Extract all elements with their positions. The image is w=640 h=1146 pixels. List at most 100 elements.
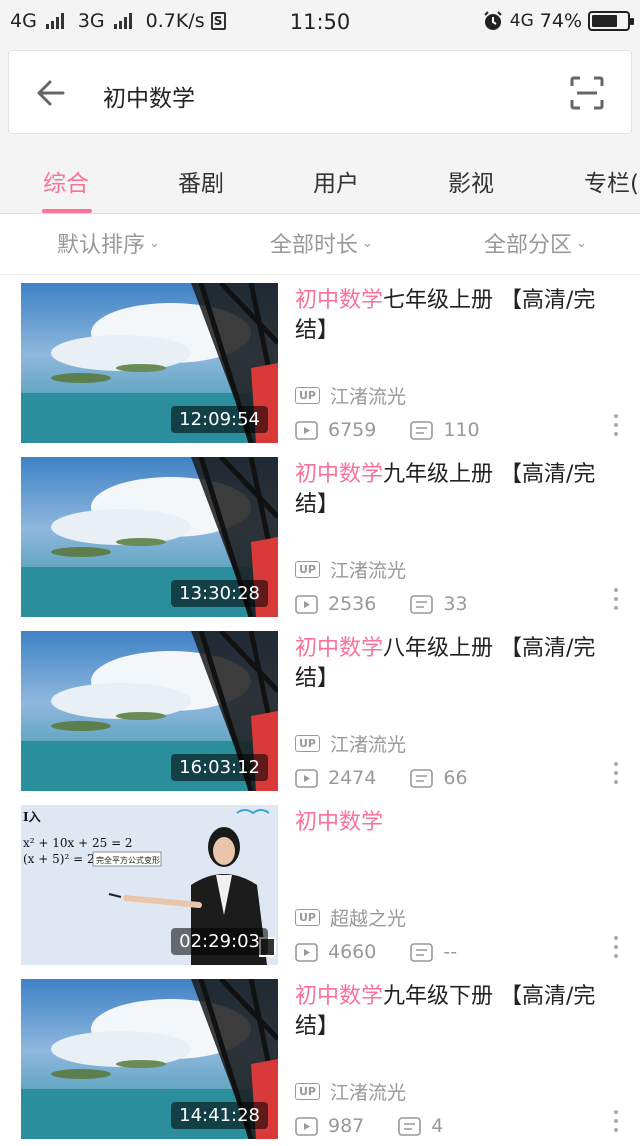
tab-users[interactable]: 用户 — [313, 164, 359, 198]
video-item[interactable]: 13:30:28 初中数学九年级上册 【高清/完结】 UP 江渚流光 2536 … — [0, 450, 640, 624]
search-box[interactable]: 初中数学 — [8, 50, 632, 134]
uploader-row[interactable]: UP 江渚流光 — [295, 556, 406, 583]
video-item[interactable]: 14:41:28 初中数学九年级下册 【高清/完结】 UP 江渚流光 987 4 — [0, 972, 640, 1146]
tab-comprehensive[interactable]: 综合 — [43, 164, 89, 198]
uploader-name: 江渚流光 — [330, 386, 407, 408]
status-right: 4G 74% — [482, 10, 634, 32]
zone-filter-label: 全部分区 — [484, 233, 573, 258]
battery-level — [592, 15, 618, 27]
play-count: 987 — [328, 1115, 365, 1137]
video-thumbnail[interactable]: 12:09:54 — [21, 283, 278, 443]
video-title[interactable]: 初中数学七年级上册 【高清/完结】 — [295, 286, 615, 346]
stats-row: 2536 33 — [295, 593, 468, 615]
uploader-name: 江渚流光 — [330, 1082, 407, 1104]
video-thumbnail[interactable]: 14:41:28 — [21, 979, 278, 1139]
play-count-icon — [295, 1116, 318, 1136]
board-equation-1: x² + 10x + 25 = 2 — [23, 836, 133, 850]
filter-bar: 默认排序 ⌄ 全部时长 ⌄ 全部分区 ⌄ — [0, 215, 640, 275]
title-highlight: 初中数学 — [295, 636, 384, 661]
scan-icon[interactable] — [569, 75, 605, 111]
stats-row: 4660 -- — [295, 941, 457, 963]
duration-filter-label: 全部时长 — [270, 233, 359, 258]
search-input[interactable]: 初中数学 — [103, 79, 195, 113]
play-count-icon — [295, 942, 318, 962]
danmaku-count: 4 — [431, 1115, 444, 1137]
uploader-row[interactable]: UP 江渚流光 — [295, 1078, 406, 1105]
play-count: 6759 — [328, 419, 377, 441]
battery-percent: 74% — [539, 10, 582, 32]
uploader-name: 江渚流光 — [330, 734, 407, 756]
chevron-down-icon: ⌄ — [362, 235, 373, 251]
danmaku-count: 66 — [443, 767, 468, 789]
up-badge: UP — [295, 735, 320, 752]
zone-filter[interactable]: 全部分区 ⌄ — [484, 227, 587, 259]
stats-row: 2474 66 — [295, 767, 468, 789]
play-count: 2474 — [328, 767, 377, 789]
alarm-icon — [484, 11, 502, 30]
video-item[interactable]: I入 x² + 10x + 25 = 2 (x + 5)² = 2 完全平方公式… — [0, 798, 640, 972]
tab-bangumi[interactable]: 番剧 — [178, 164, 224, 198]
uploader-row[interactable]: UP 江渚流光 — [295, 730, 406, 757]
duration-filter[interactable]: 全部时长 ⌄ — [270, 227, 373, 259]
video-duration: 12:09:54 — [171, 406, 268, 433]
up-badge: UP — [295, 909, 320, 926]
danmaku-count: 33 — [443, 593, 468, 615]
sort-filter[interactable]: 默认排序 ⌄ — [57, 227, 160, 259]
video-thumbnail[interactable]: 16:03:12 — [21, 631, 278, 791]
uploader-row[interactable]: UP 江渚流光 — [295, 382, 406, 409]
sort-filter-label: 默认排序 — [57, 233, 146, 258]
arrow-left-icon[interactable] — [33, 75, 69, 111]
board-note: 完全平方公式变形 — [96, 855, 160, 865]
up-badge: UP — [295, 1083, 320, 1100]
more-vertical-icon[interactable] — [612, 414, 620, 440]
video-thumbnail[interactable]: I入 x² + 10x + 25 = 2 (x + 5)² = 2 完全平方公式… — [21, 805, 278, 965]
more-vertical-icon[interactable] — [612, 936, 620, 962]
video-title[interactable]: 初中数学 — [295, 808, 615, 838]
play-count-icon — [295, 594, 318, 614]
video-duration: 16:03:12 — [171, 754, 268, 781]
play-count-icon — [295, 420, 318, 440]
video-title[interactable]: 初中数学八年级上册 【高清/完结】 — [295, 634, 615, 694]
title-highlight: 初中数学 — [295, 810, 384, 835]
play-count: 2536 — [328, 593, 377, 615]
network-4g-label: 4G — [509, 11, 534, 31]
stats-row: 6759 110 — [295, 419, 480, 441]
status-bar: 4G 3G 0.7K/s S 11:50 4G 74% — [0, 0, 640, 44]
danmaku-icon — [410, 594, 434, 614]
tab-films[interactable]: 影视 — [448, 164, 494, 198]
video-duration: 02:29:03 — [171, 928, 268, 955]
chevron-down-icon: ⌄ — [576, 235, 587, 251]
more-vertical-icon[interactable] — [612, 1110, 620, 1136]
title-highlight: 初中数学 — [295, 984, 384, 1009]
board-equation-2: (x + 5)² = 2 — [23, 852, 95, 866]
title-highlight: 初中数学 — [295, 462, 384, 487]
battery-icon — [588, 11, 634, 31]
danmaku-count: -- — [443, 941, 458, 963]
video-duration: 14:41:28 — [171, 1102, 268, 1129]
video-item[interactable]: 12:09:54 初中数学七年级上册 【高清/完结】 UP 江渚流光 6759 … — [0, 276, 640, 450]
video-title[interactable]: 初中数学九年级上册 【高清/完结】 — [295, 460, 615, 520]
play-count: 4660 — [328, 941, 377, 963]
up-badge: UP — [295, 561, 320, 578]
board-heading: I入 — [23, 810, 41, 824]
active-tab-indicator — [42, 209, 92, 213]
title-highlight: 初中数学 — [295, 288, 384, 313]
tab-columns[interactable]: 专栏( — [584, 164, 639, 198]
category-tabs: 综合 番剧 用户 影视 专栏( — [0, 150, 640, 214]
play-count-icon — [295, 768, 318, 788]
danmaku-icon — [410, 942, 434, 962]
uploader-row[interactable]: UP 超越之光 — [295, 904, 406, 931]
danmaku-icon — [398, 1116, 422, 1136]
danmaku-count: 110 — [443, 419, 480, 441]
video-thumbnail[interactable]: 13:30:28 — [21, 457, 278, 617]
video-item[interactable]: 16:03:12 初中数学八年级上册 【高清/完结】 UP 江渚流光 2474 … — [0, 624, 640, 798]
video-title[interactable]: 初中数学九年级下册 【高清/完结】 — [295, 982, 615, 1042]
search-bar: 初中数学 — [0, 44, 640, 150]
up-badge: UP — [295, 387, 320, 404]
more-vertical-icon[interactable] — [612, 762, 620, 788]
uploader-name: 超越之光 — [330, 908, 407, 930]
more-vertical-icon[interactable] — [612, 588, 620, 614]
danmaku-icon — [410, 768, 434, 788]
uploader-name: 江渚流光 — [330, 560, 407, 582]
danmaku-icon — [410, 420, 434, 440]
